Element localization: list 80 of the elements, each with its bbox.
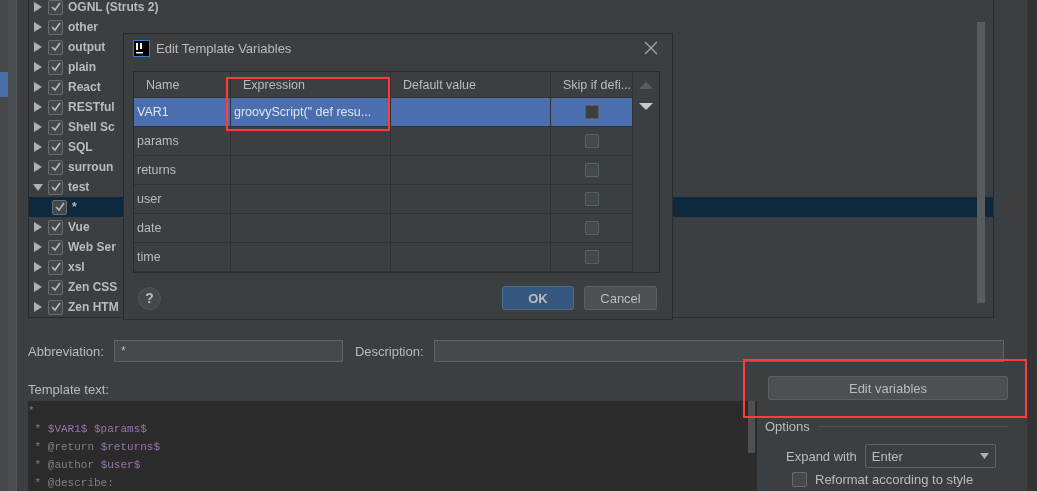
tree-item-label: Vue [68,220,90,234]
scrollbar[interactable] [977,22,985,303]
checkbox[interactable] [584,134,599,148]
checkbox[interactable] [48,19,63,35]
table-row[interactable]: user [134,185,633,214]
edit-variables-button[interactable]: Edit variables [768,376,1008,400]
code-line: * @describe: [33,476,115,491]
reformat-label: Reformat according to style [815,472,974,487]
code-line: * [28,404,36,419]
tree-item-label: OGNL (Struts 2) [68,0,159,14]
selected-table-row[interactable]: VAR1 groovyScript(" def resu... [134,98,633,127]
checkbox[interactable] [584,163,599,177]
tree-item-label: plain [68,60,96,74]
checkbox[interactable] [48,239,63,255]
table-cell: date [134,214,231,242]
tree-item-label: SQL [68,140,93,154]
description-field[interactable] [433,340,1004,362]
checkbox[interactable] [48,279,63,295]
expand-with-dropdown[interactable]: Enter [864,444,996,468]
tree-item-label: output [68,40,106,54]
app-logo-icon [133,39,150,57]
checkbox[interactable] [48,219,63,235]
tree-item-label: React [68,80,101,94]
tree-item-label: Web Ser [68,240,116,254]
tree-item-label: test [68,180,90,194]
abbreviation-label: Abbreviation: [28,343,104,359]
move-down-icon[interactable] [639,103,653,110]
code-line: * $VAR1$ $params$ [33,422,148,437]
collapse-arrow-icon[interactable] [33,182,43,192]
checkbox[interactable] [48,179,63,195]
expand-with-label: Expand with [786,448,857,464]
caret-icon [979,453,989,459]
checkbox[interactable] [48,99,63,115]
tree-item-label: RESTful [68,100,115,114]
scrollbar[interactable] [748,401,755,453]
checkbox[interactable] [584,221,599,235]
checkbox[interactable] [48,79,63,95]
tree-item-label: Zen HTM [68,300,119,314]
checkbox[interactable] [48,119,63,135]
checkbox[interactable] [584,105,599,119]
checkbox[interactable] [792,472,807,487]
dialog-title: Edit Template Variables [156,40,293,56]
table-row[interactable]: time [134,243,633,272]
table-cell: time [134,243,231,271]
checkbox[interactable] [48,299,63,315]
template-text-label: Template text: [28,382,110,397]
code-line: * @author $user$ [33,458,142,473]
table-row[interactable]: params [134,127,633,156]
checkbox[interactable] [52,199,67,215]
cancel-button[interactable]: Cancel [584,286,657,310]
checkbox[interactable] [48,139,63,155]
tree-item-label: Shell Sc [68,120,115,134]
table-cell: VAR1 [134,98,231,126]
options-heading: Options [765,419,810,434]
checkbox[interactable] [48,59,63,75]
tree-item-label: * [72,200,77,214]
template-editor[interactable]: * * $VAR1$ $params$ * @return $returns$ * @author $user$ * @describe: [28,401,757,491]
tree-item-label: other [68,20,98,34]
code-line: * @return $returns$ [33,440,162,455]
table-cell: groovyScript(" def resu... [231,98,391,126]
checkbox[interactable] [584,250,599,264]
sidebar-selection-marker [0,72,8,97]
table-row[interactable]: returns [134,156,633,185]
table-cell: params [134,127,231,155]
abbreviation-field[interactable]: * [113,340,343,362]
help-button[interactable]: ? [138,286,161,310]
tree-item-label: Zen CSS [68,280,118,294]
description-label: Description: [354,343,424,359]
checkbox[interactable] [48,39,63,55]
table-cell: user [134,185,231,213]
checkbox[interactable] [48,0,63,15]
tree-item-label: xsl [68,260,85,274]
checkbox[interactable] [48,259,63,275]
table-row[interactable]: date [134,214,633,243]
ok-button[interactable]: OK [502,286,574,310]
checkbox[interactable] [48,159,63,175]
tree-item-label: surroun [68,160,114,174]
table-cell: returns [134,156,231,184]
close-button[interactable] [644,41,658,55]
checkbox[interactable] [584,192,599,206]
